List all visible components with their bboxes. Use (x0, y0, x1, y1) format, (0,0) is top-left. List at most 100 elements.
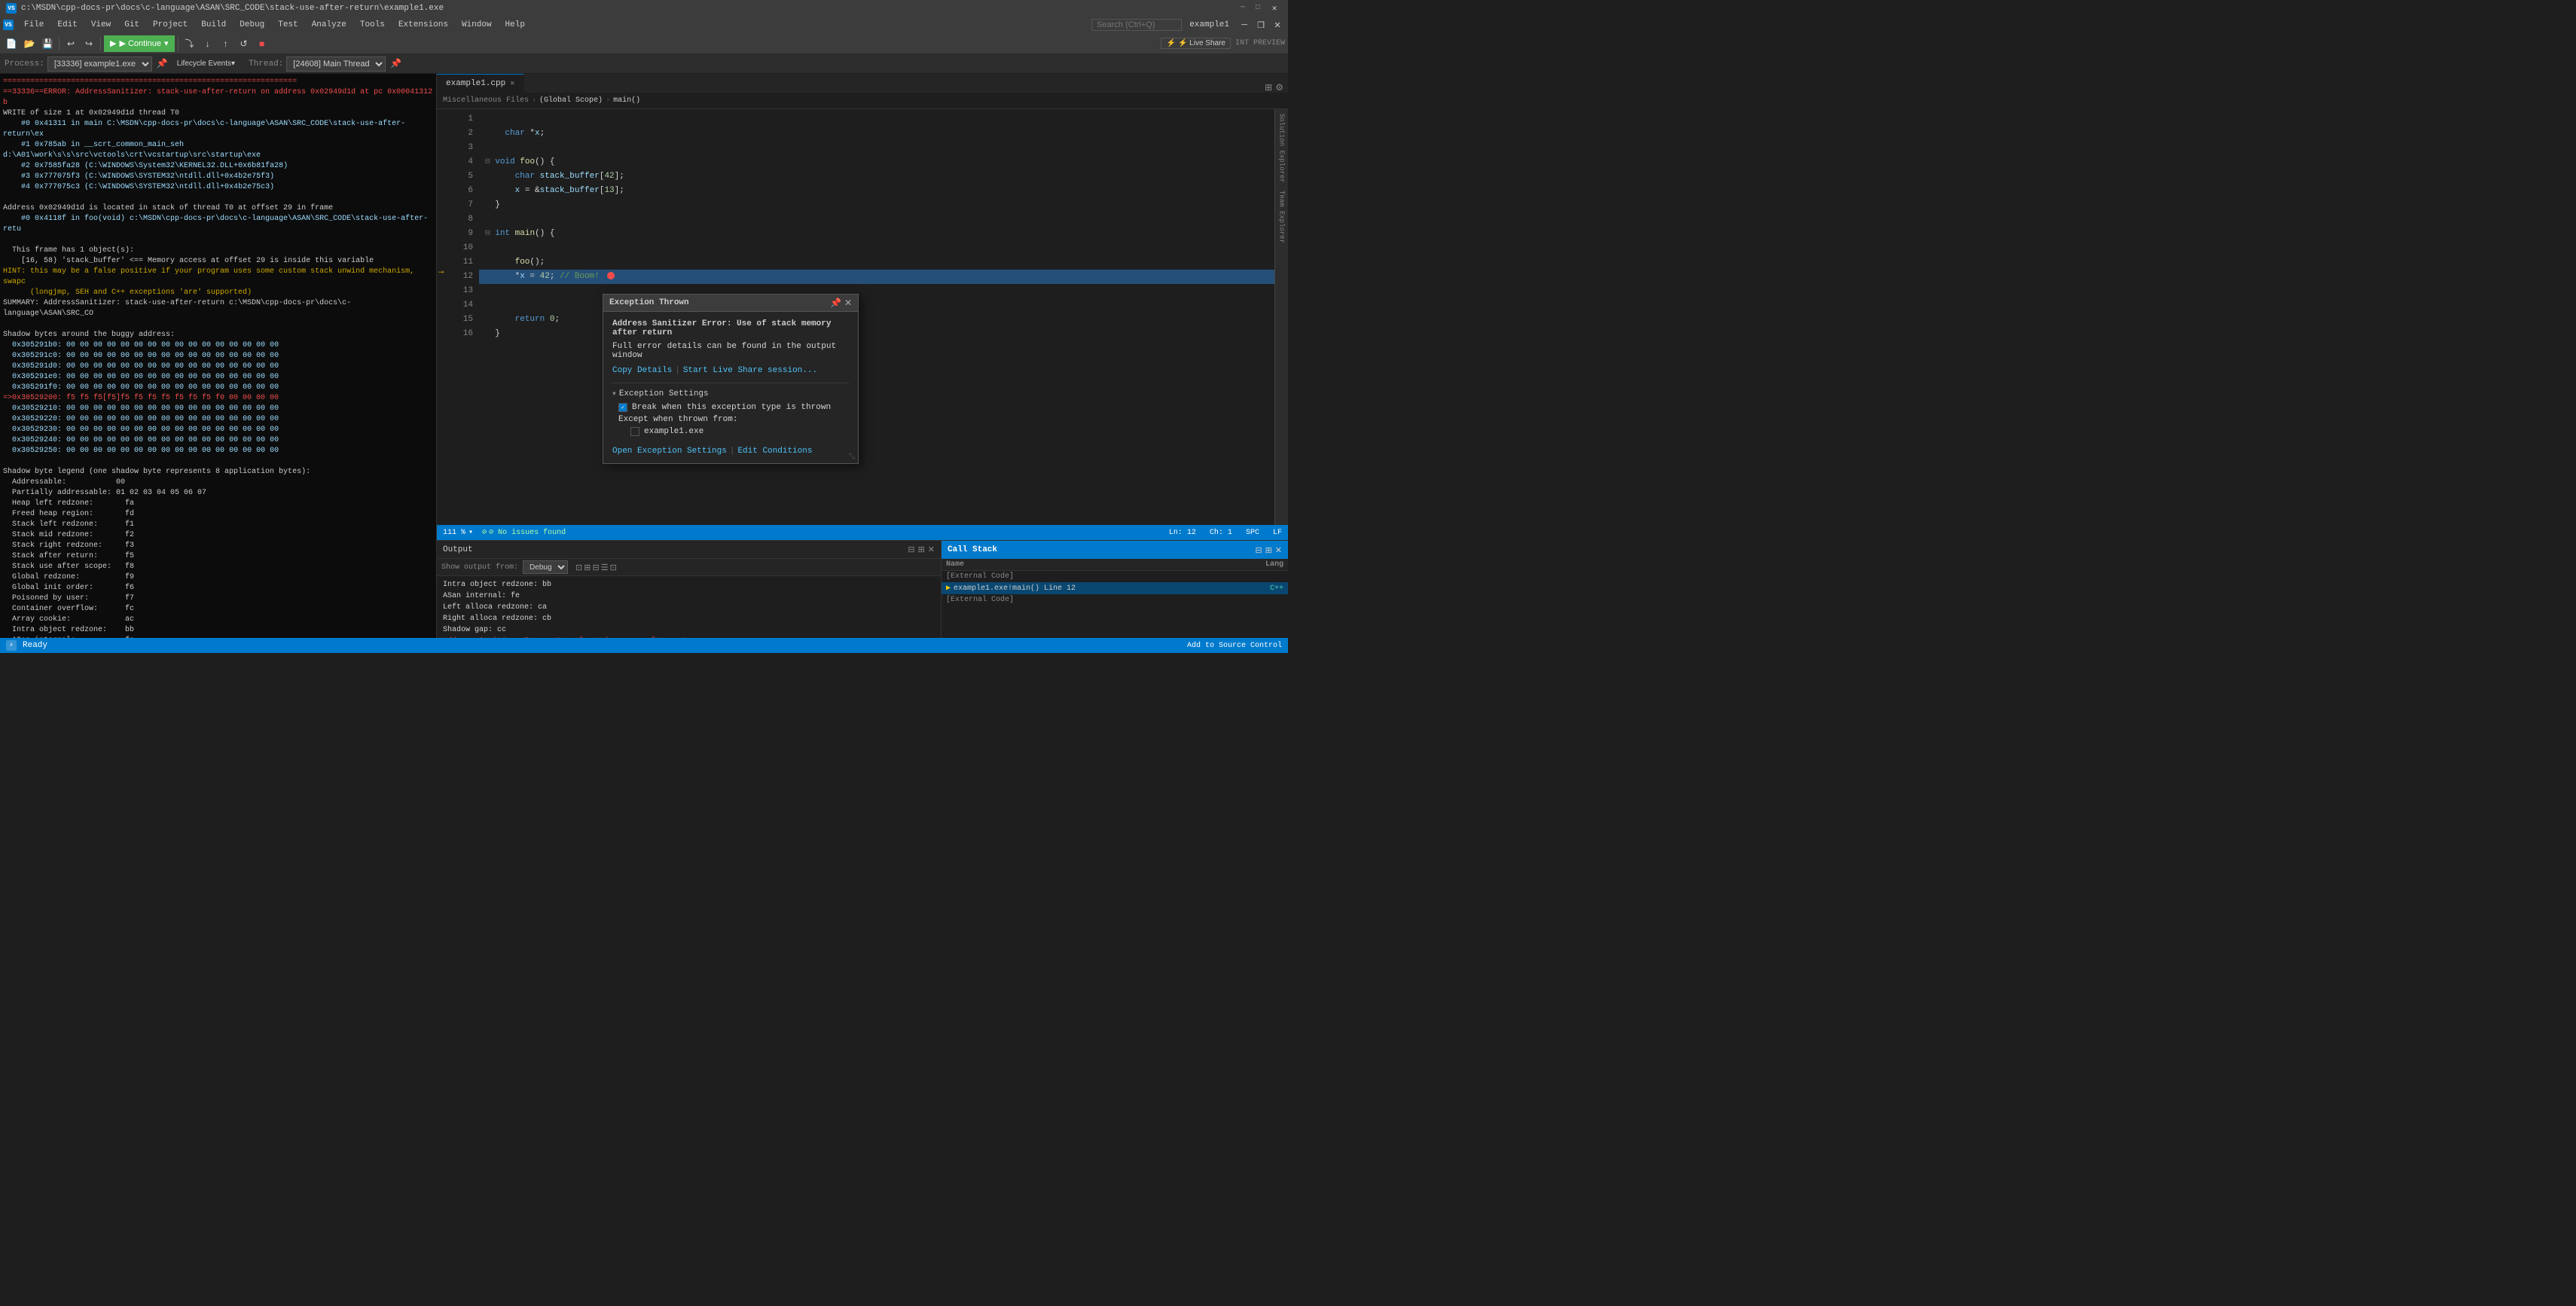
win-minimize[interactable]: ─ (1237, 18, 1252, 32)
search-input[interactable] (1091, 19, 1182, 31)
live-share-button[interactable]: ⚡ ⚡ Live Share (1161, 38, 1231, 49)
solution-explorer-tab[interactable]: Solution Explorer (1277, 111, 1287, 186)
output-line-3: Left alloca redzone: ca (443, 602, 935, 613)
status-ready-text: Ready (23, 641, 47, 650)
callstack-columns: Name Lang (942, 559, 1288, 571)
exception-pin-button[interactable]: 📌 (830, 298, 841, 308)
output-detach-button[interactable]: ⊞ (918, 545, 925, 554)
output-btn-4[interactable]: ☰ (601, 563, 609, 572)
callstack-maximize-button[interactable]: ⊞ (1265, 545, 1272, 555)
terminal-panel[interactable]: ========================================… (0, 74, 437, 638)
check-icon: ⊘ (482, 528, 487, 537)
tab-label: example1.cpp (446, 79, 505, 88)
terminal-shadow-5: 0x305291f0: 00 00 00 00 00 00 00 00 00 0… (3, 383, 433, 393)
menu-view[interactable]: View (85, 19, 117, 31)
exception-checkbox-2[interactable] (630, 427, 639, 436)
output-btn-3[interactable]: ⊟ (592, 563, 599, 572)
menu-debug[interactable]: Debug (233, 19, 270, 31)
minimize-button[interactable]: ─ (1237, 2, 1249, 14)
team-explorer-tab[interactable]: Team Explorer (1277, 188, 1287, 246)
output-content[interactable]: Intra object redzone: bb ASan internal: … (437, 576, 941, 638)
exception-links-row: Copy Details | Start Live Share session.… (612, 366, 849, 375)
output-line-5: Shadow gap: cc (443, 624, 935, 636)
menu-analyze[interactable]: Analyze (306, 19, 353, 31)
open-file-button[interactable]: 📂 (21, 35, 38, 52)
process-select[interactable]: [33336] example1.exe (47, 56, 152, 72)
callstack-panel: Call Stack ⊟ ⊞ ✕ Name Lang [External Cod… (942, 541, 1288, 638)
terminal-shadow-1: 0x305291b0: 00 00 00 00 00 00 00 00 00 0… (3, 340, 433, 351)
col-status: Ch: 1 (1210, 529, 1232, 537)
menu-test[interactable]: Test (272, 19, 304, 31)
restart-button[interactable]: ↺ (236, 35, 252, 52)
tab-example1-cpp[interactable]: example1.cpp ✕ (437, 74, 524, 93)
open-settings-button[interactable]: ⚙ (1275, 82, 1283, 93)
main-content: ========================================… (0, 74, 1288, 638)
show-output-label: Show output from: (441, 563, 518, 572)
callstack-row-2[interactable]: [External Code] (942, 594, 1288, 606)
menu-file[interactable]: File (18, 19, 50, 31)
terminal-shadow-4: 0x305291e0: 00 00 00 00 00 00 00 00 00 0… (3, 372, 433, 383)
terminal-line-blank3 (3, 319, 433, 330)
menu-build[interactable]: Build (195, 19, 232, 31)
menu-project[interactable]: Project (147, 19, 194, 31)
copy-details-link[interactable]: Copy Details (612, 366, 672, 375)
menu-git[interactable]: Git (118, 19, 145, 31)
redo-button[interactable]: ↪ (81, 35, 97, 52)
output-source-select[interactable]: Debug (523, 560, 568, 574)
status-add-source[interactable]: Add to Source Control (1187, 642, 1282, 650)
step-into-button[interactable]: ↓ (200, 35, 216, 52)
callstack-row-0[interactable]: [External Code] (942, 571, 1288, 582)
path-breadcrumb[interactable]: Miscellaneous Files (443, 96, 529, 105)
edit-conditions-link[interactable]: Edit Conditions (737, 447, 812, 456)
menu-extensions[interactable]: Extensions (392, 19, 454, 31)
code-line-13 (479, 284, 1274, 298)
start-live-share-link[interactable]: Start Live Share session... (683, 366, 817, 375)
step-over-button[interactable]: ⤵ (182, 35, 198, 52)
callstack-row-1[interactable]: ▶ example1.exe!main() Line 12 C++ (942, 582, 1288, 594)
scope-label[interactable]: (Global Scope) (539, 96, 603, 105)
terminal-line-10: #0 0x4118f in foo(void) c:\MSDN\cpp-docs… (3, 214, 433, 235)
output-btn-2[interactable]: ⊞ (584, 563, 591, 572)
open-exception-settings-link[interactable]: Open Exception Settings (612, 447, 727, 456)
terminal-legend-3: Heap left redzone: fa (3, 499, 433, 509)
split-editor-button[interactable]: ⊞ (1265, 82, 1272, 93)
lifecycle-events-button[interactable]: Lifecycle Events ▾ (172, 56, 240, 72)
callstack-detach-button[interactable]: ⊟ (1255, 545, 1262, 555)
undo-button[interactable]: ↩ (63, 35, 79, 52)
output-clear-button[interactable]: ⊟ (908, 545, 914, 554)
menu-window[interactable]: Window (456, 19, 498, 31)
stop-button[interactable]: ■ (254, 35, 270, 52)
callstack-col-lang: Lang (1246, 560, 1283, 569)
terminal-blank-4 (3, 456, 433, 467)
encoding-status: SPC (1246, 529, 1259, 537)
function-label[interactable]: main() (613, 96, 640, 105)
code-content[interactable]: char *x; ⊟ void foo() { char stack_buffe… (479, 109, 1274, 525)
terminal-line-13: HINT: this may be a false positive if yo… (3, 267, 433, 288)
output-close-button[interactable]: ✕ (928, 545, 935, 554)
win-restore[interactable]: ❐ (1253, 18, 1268, 32)
close-button[interactable]: ✕ (1267, 2, 1282, 15)
output-panel-controls: ⊟ ⊞ ✕ (908, 545, 935, 554)
exception-close-button[interactable]: ✕ (844, 298, 852, 308)
output-btn-5[interactable]: ⊡ (610, 563, 617, 572)
step-out-button[interactable]: ↑ (218, 35, 234, 52)
menu-edit[interactable]: Edit (51, 19, 83, 31)
terminal-legend-8: Stack after return: f5 (3, 551, 433, 562)
callstack-content[interactable]: [External Code] ▶ example1.exe!main() Li… (942, 571, 1288, 638)
window-title: c:\MSDN\cpp-docs-pr\docs\c-language\ASAN… (21, 4, 444, 13)
menu-tools[interactable]: Tools (354, 19, 391, 31)
tab-close-icon[interactable]: ✕ (510, 79, 514, 88)
win-close[interactable]: ✕ (1270, 18, 1285, 32)
maximize-button[interactable]: □ (1252, 2, 1264, 14)
exception-resize-handle[interactable]: ⤡ (849, 453, 855, 462)
save-button[interactable]: 💾 (39, 35, 56, 52)
terminal-line-6: #2 0x7585fa28 (C:\WINDOWS\System32\KERNE… (3, 161, 433, 172)
menu-help[interactable]: Help (499, 19, 531, 31)
callstack-close-button[interactable]: ✕ (1275, 545, 1282, 555)
thread-select[interactable]: [24608] Main Thread (286, 56, 386, 72)
new-file-button[interactable]: 📄 (3, 35, 20, 52)
output-btn-1[interactable]: ⊡ (575, 563, 582, 572)
exception-checkbox-1[interactable]: ✓ (618, 403, 627, 412)
callstack-title: Call Stack (948, 545, 997, 554)
continue-button[interactable]: ▶ ▶ Continue ▾ (104, 35, 175, 52)
